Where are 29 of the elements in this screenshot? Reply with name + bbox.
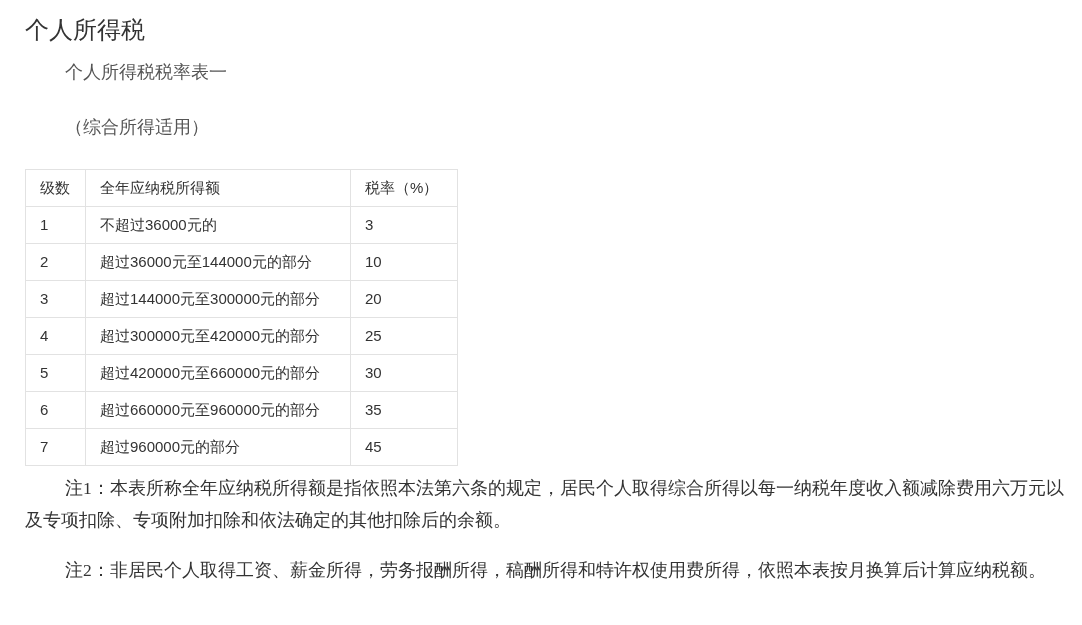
table-cell: 3 <box>25 280 86 318</box>
table-cell: 超过144000元至300000元的部分 <box>85 280 351 318</box>
table-cell: 超过420000元至660000元的部分 <box>85 354 351 392</box>
table-title: 个人所得税税率表一 <box>64 61 228 85</box>
table-subtitle: （综合所得适用） <box>64 116 210 140</box>
table-cell: 25 <box>350 317 458 355</box>
table-cell: 5 <box>25 354 86 392</box>
table-cell: 超过660000元至960000元的部分 <box>85 391 351 429</box>
note-paragraph: 注2：非居民个人取得工资、薪金所得，劳务报酬所得，稿酬所得和特许权使用费所得，依照本表按月换算后计算应纳税额。 <box>64 559 1047 583</box>
table-cell: 超过960000元的部分 <box>85 428 351 466</box>
table-cell: 3 <box>350 206 458 244</box>
column-header: 税率（%） <box>350 169 458 207</box>
table-cell: 35 <box>350 391 458 429</box>
table-cell: 30 <box>350 354 458 392</box>
column-header: 级数 <box>25 169 86 207</box>
table-cell: 超过36000元至144000元的部分 <box>85 243 351 281</box>
note-paragraph: 注1：本表所称全年应纳税所得额是指依照本法第六条的规定，居民个人取得综合所得以每一纳税年度收入额减除费用六万元以及专项扣除、专项附加扣除和依法确定的其他扣除后的余额。 <box>25 477 1065 533</box>
table-cell: 4 <box>25 317 86 355</box>
table-cell: 6 <box>25 391 86 429</box>
table-cell: 不超过36000元的 <box>85 206 351 244</box>
page-title: 个人所得税 <box>25 15 146 45</box>
table-cell: 7 <box>25 428 86 466</box>
table-cell: 超过300000元至420000元的部分 <box>85 317 351 355</box>
table-cell: 20 <box>350 280 458 318</box>
table-cell: 10 <box>350 243 458 281</box>
column-header: 全年应纳税所得额 <box>85 169 351 207</box>
table-cell: 45 <box>350 428 458 466</box>
table-cell: 2 <box>25 243 86 281</box>
table-cell: 1 <box>25 206 86 244</box>
